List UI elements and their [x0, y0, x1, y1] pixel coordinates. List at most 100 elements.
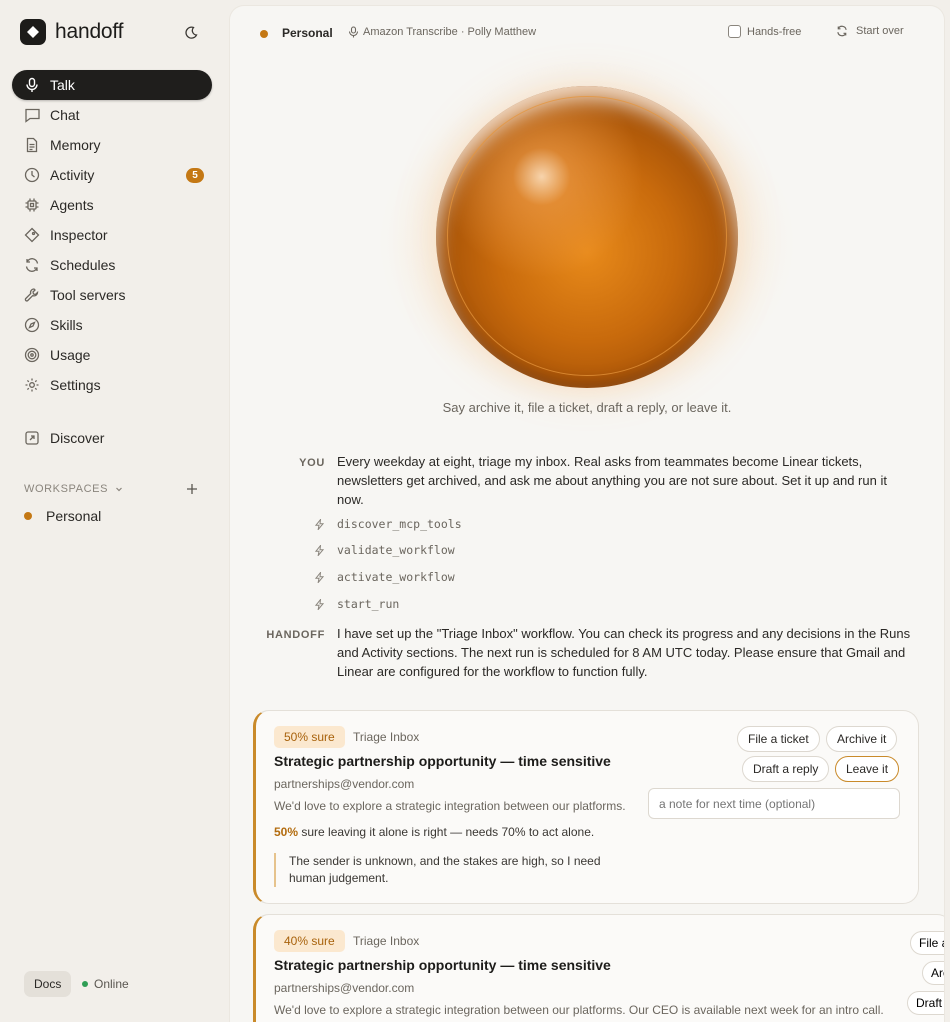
sidebar-item-label: Usage	[50, 347, 91, 363]
sidebar-discover: Discover	[12, 423, 212, 453]
voice-orb-ring	[447, 96, 727, 376]
email-sender: partnerships@vendor.com	[274, 777, 415, 791]
card-source: Triage Inbox	[353, 934, 420, 948]
bolt-icon	[312, 598, 326, 610]
start-over-label: Start over	[856, 25, 904, 37]
clock-icon	[23, 166, 41, 184]
sidebar-item-label: Tool servers	[50, 287, 126, 303]
sidebar-item-label: Chat	[50, 107, 80, 123]
workspace-item-personal[interactable]: Personal	[24, 508, 101, 524]
sidebar-item-settings[interactable]: Settings	[12, 370, 212, 400]
user-message: Every weekday at eight, triage my inbox.…	[337, 454, 887, 507]
compass-icon	[23, 316, 41, 334]
sidebar-item-label: Memory	[50, 137, 101, 153]
sidebar-item-label: Inspector	[50, 227, 108, 243]
status-dot	[82, 981, 88, 987]
sidebar-item-label: Agents	[50, 197, 94, 213]
sidebar-item-label: Skills	[50, 317, 83, 333]
hands-free-checkbox[interactable]	[728, 25, 741, 38]
sidebar-item-talk[interactable]: Talk	[12, 70, 212, 100]
bolt-icon	[312, 518, 326, 530]
draft-reply-button[interactable]: Draft a reply	[742, 756, 830, 782]
add-workspace-icon[interactable]	[186, 483, 198, 495]
leave-it-button[interactable]: Leave it	[835, 756, 900, 782]
sidebar-item-label: Schedules	[50, 257, 116, 273]
handoff-role-label: HANDOFF	[266, 629, 325, 641]
voice-hint: Say archive it, file a ticket, draft a r…	[442, 400, 732, 415]
sidebar-item-discover[interactable]: Discover	[12, 423, 212, 453]
tool-call: discover_mcp_tools	[312, 517, 462, 531]
email-subject: Strategic partnership opportunity — time…	[274, 753, 611, 769]
card-source: Triage Inbox	[353, 730, 420, 744]
you-role-label: YOU	[299, 457, 325, 469]
wrench-icon	[23, 286, 41, 304]
hands-free-label: Hands-free	[747, 25, 802, 38]
diamond-icon	[23, 226, 41, 244]
sidebar: handoff Talk Chat Memory Activity 5 Agen…	[0, 0, 230, 1022]
workspace-label: Personal	[46, 508, 102, 524]
handoff-logo-icon	[20, 19, 46, 45]
sidebar-item-activity[interactable]: Activity 5	[12, 160, 212, 190]
external-link-icon	[23, 429, 41, 447]
confidence-text: sure leaving it alone is right — needs 7…	[298, 825, 595, 839]
assistant-message: I have set up the "Triage Inbox" workflo…	[337, 626, 911, 679]
agent-reasoning: The sender is unknown, and the stakes ar…	[274, 853, 604, 887]
workspace-color-dot	[24, 512, 32, 520]
sidebar-item-chat[interactable]: Chat	[12, 100, 212, 130]
tool-call: start_run	[312, 597, 399, 611]
feedback-note-input[interactable]	[648, 788, 900, 819]
voice-engine: Amazon Transcribe · Polly Matthew	[348, 26, 536, 38]
sidebar-nav: Talk Chat Memory Activity 5 Agents Inspe…	[12, 70, 212, 400]
refresh-icon	[23, 256, 41, 274]
sidebar-item-memory[interactable]: Memory	[12, 130, 212, 160]
start-over-button[interactable]: Start over	[836, 25, 904, 37]
refresh-icon	[837, 25, 847, 37]
dark-mode-toggle-icon[interactable]	[184, 26, 198, 40]
tool-name: start_run	[337, 597, 400, 611]
brand-name: handoff	[55, 20, 124, 43]
email-snippet: We'd love to explore a strategic integra…	[274, 1003, 884, 1017]
mic-icon	[23, 76, 41, 94]
sidebar-item-agents[interactable]: Agents	[12, 190, 212, 220]
tool-call: activate_workflow	[312, 570, 455, 584]
confidence-explanation: 50% sure leaving it alone is right — nee…	[274, 825, 594, 839]
file-ticket-button[interactable]: File a ticket	[737, 726, 820, 752]
sidebar-item-usage[interactable]: Usage	[12, 340, 212, 370]
status-label: Online	[94, 977, 129, 991]
confidence-percent: 50%	[274, 825, 299, 839]
tool-name: discover_mcp_tools	[337, 517, 462, 531]
chat-icon	[23, 106, 41, 124]
workspaces-label: WORKSPACES	[24, 483, 109, 495]
mic-icon	[348, 26, 359, 38]
triage-decision-card: 40% sure Triage Inbox Strategic partners…	[253, 914, 944, 1022]
confidence-badge: 50% sure	[274, 726, 345, 748]
target-icon	[23, 346, 41, 364]
file-ticket-button[interactable]: File a ticket	[910, 931, 944, 955]
hands-free-toggle[interactable]: Hands-free	[728, 25, 801, 38]
main-panel: Personal Amazon Transcribe · Polly Matth…	[230, 6, 944, 1022]
sidebar-item-tool-servers[interactable]: Tool servers	[12, 280, 212, 310]
top-bar: Personal Amazon Transcribe · Polly Matth…	[230, 6, 944, 62]
sidebar-item-inspector[interactable]: Inspector	[12, 220, 212, 250]
workspaces-header[interactable]: WORKSPACES	[24, 483, 204, 495]
confidence-badge: 40% sure	[274, 930, 345, 952]
sidebar-item-label: Settings	[50, 377, 101, 393]
archive-button[interactable]: Archive it	[922, 961, 944, 985]
sidebar-item-schedules[interactable]: Schedules	[12, 250, 212, 280]
current-workspace[interactable]: Personal	[282, 26, 333, 40]
gear-icon	[23, 376, 41, 394]
draft-reply-button[interactable]: Draft a reply	[907, 991, 944, 1015]
brand[interactable]: handoff	[20, 19, 123, 45]
bolt-icon	[312, 571, 326, 583]
voice-engine-label: Amazon Transcribe · Polly Matthew	[363, 26, 537, 38]
sidebar-item-skills[interactable]: Skills	[12, 310, 212, 340]
workspace-color-dot	[260, 30, 268, 38]
docs-button[interactable]: Docs	[24, 971, 72, 997]
email-sender: partnerships@vendor.com	[274, 981, 415, 995]
sidebar-item-label: Talk	[50, 77, 75, 93]
sidebar-item-label: Discover	[50, 430, 105, 446]
archive-button[interactable]: Archive it	[826, 726, 898, 752]
tool-name: validate_workflow	[337, 543, 455, 557]
tool-name: activate_workflow	[337, 570, 455, 584]
activity-count-badge: 5	[186, 168, 204, 183]
